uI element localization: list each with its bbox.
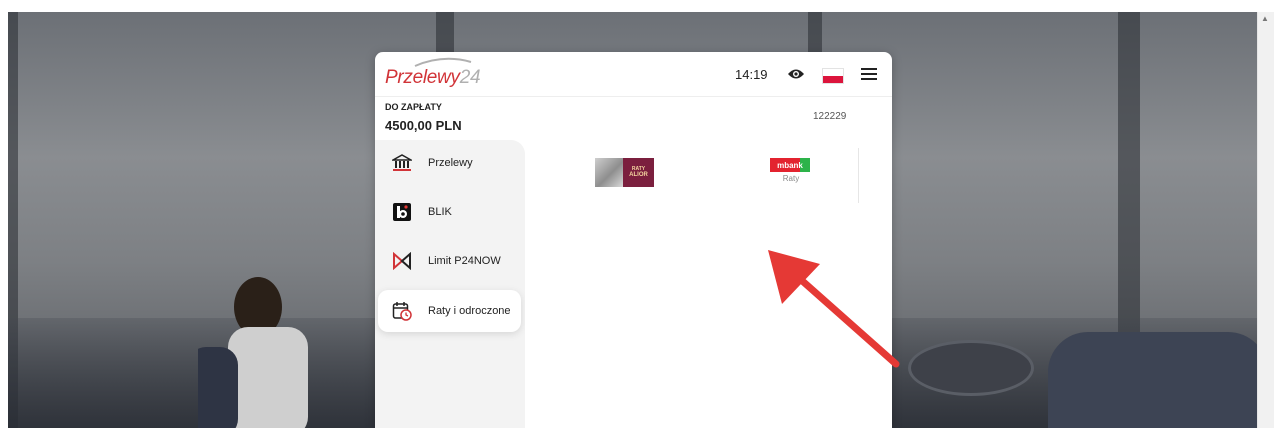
blik-icon xyxy=(390,200,414,224)
alior-statue-image xyxy=(595,158,623,187)
method-item-przelewy[interactable]: Przelewy xyxy=(378,142,521,184)
order-id: 122229 xyxy=(813,111,847,122)
stool xyxy=(908,340,1034,396)
calendar-clock-icon xyxy=(390,299,414,323)
hamburger-menu-icon[interactable] xyxy=(861,67,877,81)
person-silhouette xyxy=(198,277,308,428)
payment-method-sidebar: Przelewy BLIK Limit P24NOW Raty i odrocz… xyxy=(375,140,525,428)
method-item-limit-p24now[interactable]: Limit P24NOW xyxy=(378,240,521,282)
amount-label: DO ZAPŁATY xyxy=(385,102,442,112)
alior-logo: RATY ALIOR xyxy=(623,158,654,187)
red-arrow-annotation xyxy=(768,250,900,368)
amount-value: 4500,00 PLN xyxy=(385,118,462,133)
bank-icon xyxy=(390,151,414,175)
scroll-up-icon[interactable]: ▲ xyxy=(1261,15,1269,23)
cushion xyxy=(1048,332,1258,428)
panel-header: Przelewy24 14:19 xyxy=(375,52,892,97)
raty-alior-option[interactable]: RATY ALIOR xyxy=(595,158,654,187)
mbank-logo: mbank xyxy=(770,158,810,172)
method-item-raty-i-odroczone[interactable]: Raty i odroczone xyxy=(378,290,521,332)
mbank-caption: Raty xyxy=(782,174,800,183)
przelewy24-logo: Przelewy24 xyxy=(385,67,481,88)
eye-icon[interactable] xyxy=(787,67,805,81)
p24now-icon xyxy=(390,249,414,273)
scrollbar[interactable]: ▲ xyxy=(1257,12,1274,428)
language-flag-icon[interactable] xyxy=(822,68,844,84)
session-timer: 14:19 xyxy=(735,67,768,82)
option-divider xyxy=(858,148,859,203)
method-item-blik[interactable]: BLIK xyxy=(378,191,521,233)
mbank-raty-option[interactable]: mbank Raty xyxy=(770,158,812,190)
